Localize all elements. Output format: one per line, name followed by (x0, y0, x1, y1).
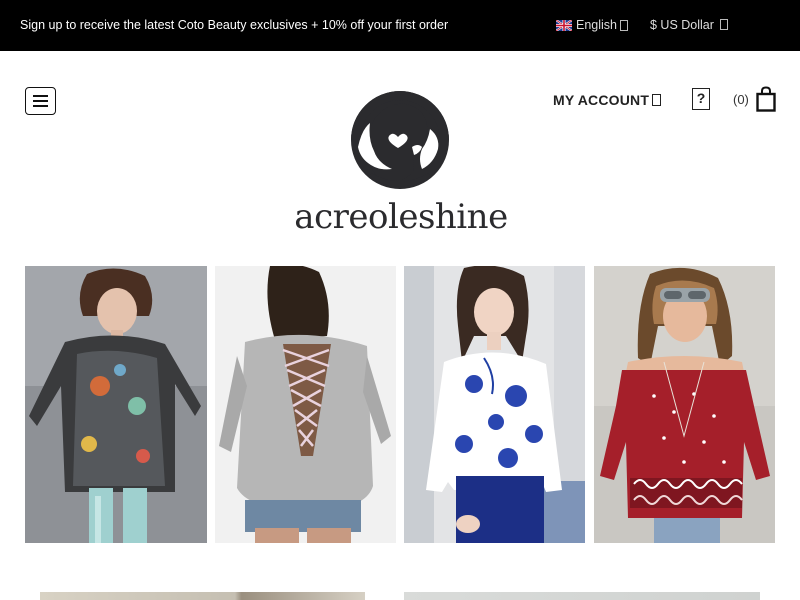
my-account-link[interactable]: MY ACCOUNT (553, 92, 662, 108)
my-account-label: MY ACCOUNT (553, 92, 650, 108)
product-photo-sheer-floral-shirt (25, 266, 207, 543)
cart-count[interactable]: (0) (733, 92, 749, 107)
category-banner-1[interactable] (40, 592, 365, 600)
menu-line (33, 100, 48, 102)
language-selector[interactable]: English (556, 18, 628, 32)
brand-logo-icon[interactable] (348, 89, 452, 191)
product-photo-red-off-shoulder-top (594, 266, 775, 543)
menu-line (33, 105, 48, 107)
product-photo-lace-up-back-sweater (215, 266, 396, 543)
brand-name[interactable]: acreoleshine (286, 197, 516, 237)
category-banner-2[interactable] (404, 592, 760, 600)
shopping-bag-icon[interactable] (756, 86, 776, 112)
dropdown-icon (720, 19, 729, 30)
product-photo-blue-floral-blouse (404, 266, 585, 543)
announcement-bar: Sign up to receive the latest Coto Beaut… (0, 0, 800, 51)
language-label: English (576, 18, 617, 32)
currency-selector[interactable]: $ US Dollar (650, 18, 729, 32)
hamburger-icon[interactable] (25, 87, 56, 115)
product-tile-1[interactable] (25, 266, 207, 543)
promo-text[interactable]: Sign up to receive the latest Coto Beaut… (20, 18, 448, 32)
wishlist-icon[interactable]: ? (692, 88, 710, 110)
dropdown-icon (620, 19, 628, 31)
menu-line (33, 95, 48, 97)
product-tile-3[interactable] (404, 266, 585, 543)
account-dropdown-icon (652, 94, 662, 106)
product-tile-2[interactable] (215, 266, 396, 543)
currency-label: $ US Dollar (650, 18, 714, 32)
uk-flag-icon (556, 19, 572, 31)
product-tile-4[interactable] (594, 266, 775, 543)
